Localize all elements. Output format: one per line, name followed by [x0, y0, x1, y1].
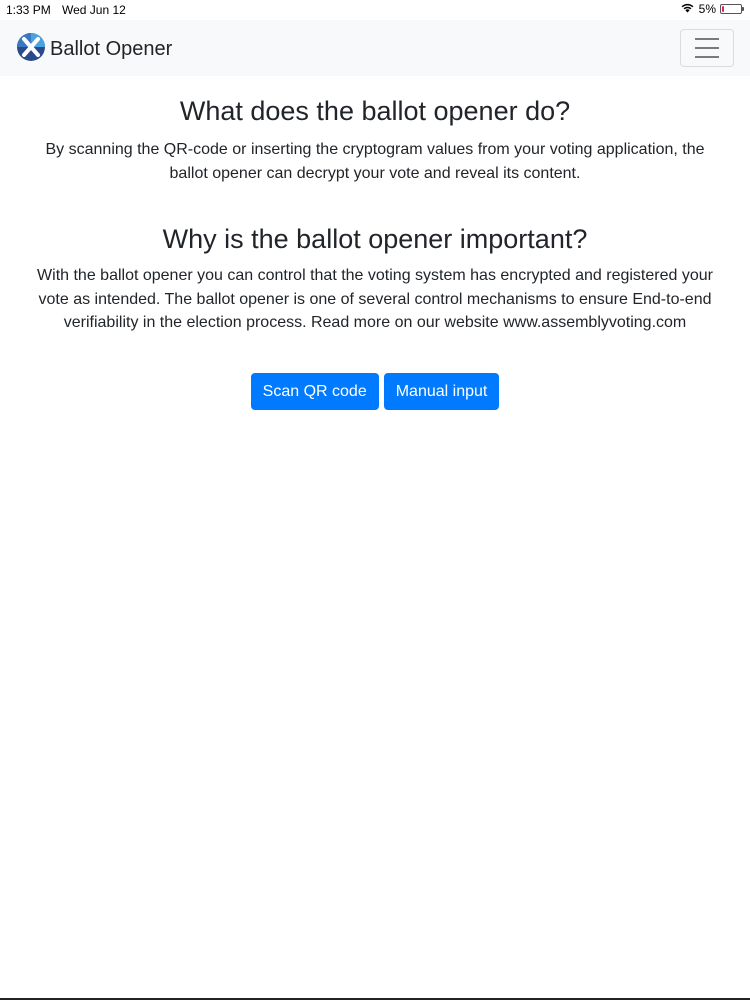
what-description: By scanning the QR-code or inserting the… — [45, 141, 705, 182]
scan-qr-code-button[interactable]: Scan QR code — [250, 373, 379, 410]
status-indicators: 5% — [680, 2, 744, 16]
battery-icon — [720, 4, 744, 14]
action-buttons: Scan QR code Manual input — [0, 373, 750, 410]
hamburger-menu-button[interactable] — [680, 29, 734, 67]
battery-percent: 5% — [698, 2, 716, 16]
why-heading: Why is the ballot opener important? — [162, 224, 588, 254]
what-heading: What does the ballot opener do? — [179, 96, 571, 126]
wifi-icon — [680, 2, 695, 16]
battery-level — [722, 6, 724, 12]
manual-input-button[interactable]: Manual input — [383, 373, 500, 410]
x-logo-icon — [16, 32, 46, 67]
status-time: 1:33 PM — [6, 3, 51, 17]
status-date: Wed Jun 12 — [62, 3, 126, 17]
hamburger-menu-icon — [695, 38, 719, 40]
brand-link[interactable]: Ballot Opener — [16, 32, 172, 67]
status-bar: 1:33 PM Wed Jun 12 5% — [0, 0, 750, 20]
navbar: Ballot Opener — [0, 20, 750, 76]
why-description: With the ballot opener you can control t… — [37, 267, 713, 331]
brand-name: Ballot Opener — [50, 38, 173, 60]
